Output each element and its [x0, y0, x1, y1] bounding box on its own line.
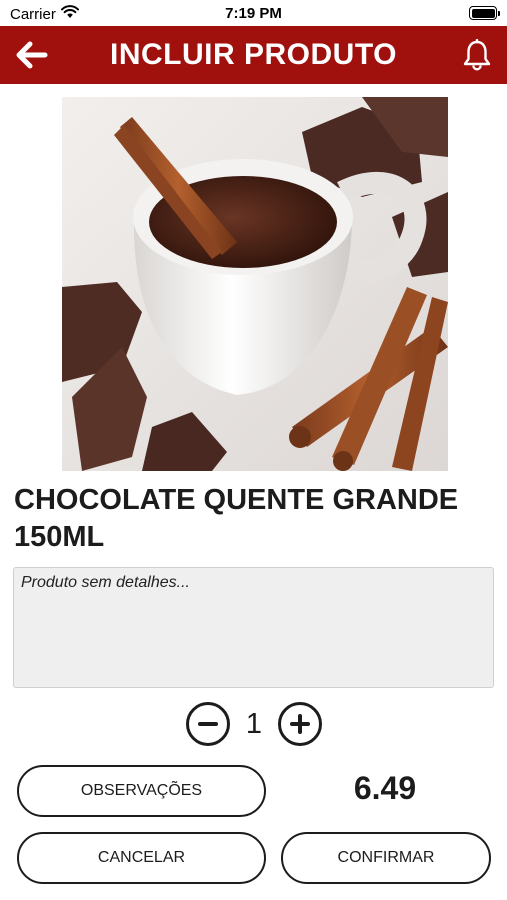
bell-icon: [463, 39, 491, 71]
increase-quantity-button[interactable]: [278, 702, 322, 746]
app-header: INCLUIR PRODUTO: [0, 26, 507, 84]
page-title: INCLUIR PRODUTO: [110, 38, 397, 71]
product-details-field[interactable]: Produto sem detalhes...: [13, 567, 494, 688]
product-name: CHOCOLATE QUENTE GRANDE 150ML: [14, 484, 459, 553]
battery-icon: [469, 6, 500, 20]
quantity-value: 1: [245, 708, 263, 740]
quantity-stepper: 1: [0, 702, 507, 748]
status-time: 7:19 PM: [225, 5, 282, 22]
confirm-button[interactable]: CONFIRMAR: [281, 832, 491, 884]
observations-button[interactable]: OBSERVAÇÕES: [17, 765, 266, 817]
product-price: 6.49: [353, 770, 417, 806]
decrease-quantity-button[interactable]: [186, 702, 230, 746]
plus-icon: [290, 714, 310, 734]
minus-icon: [198, 722, 218, 726]
status-bar: Carrier 7:19 PM: [0, 0, 507, 26]
cancel-button[interactable]: CANCELAR: [17, 832, 266, 884]
notifications-button[interactable]: [459, 37, 495, 73]
product-image: [62, 97, 448, 471]
